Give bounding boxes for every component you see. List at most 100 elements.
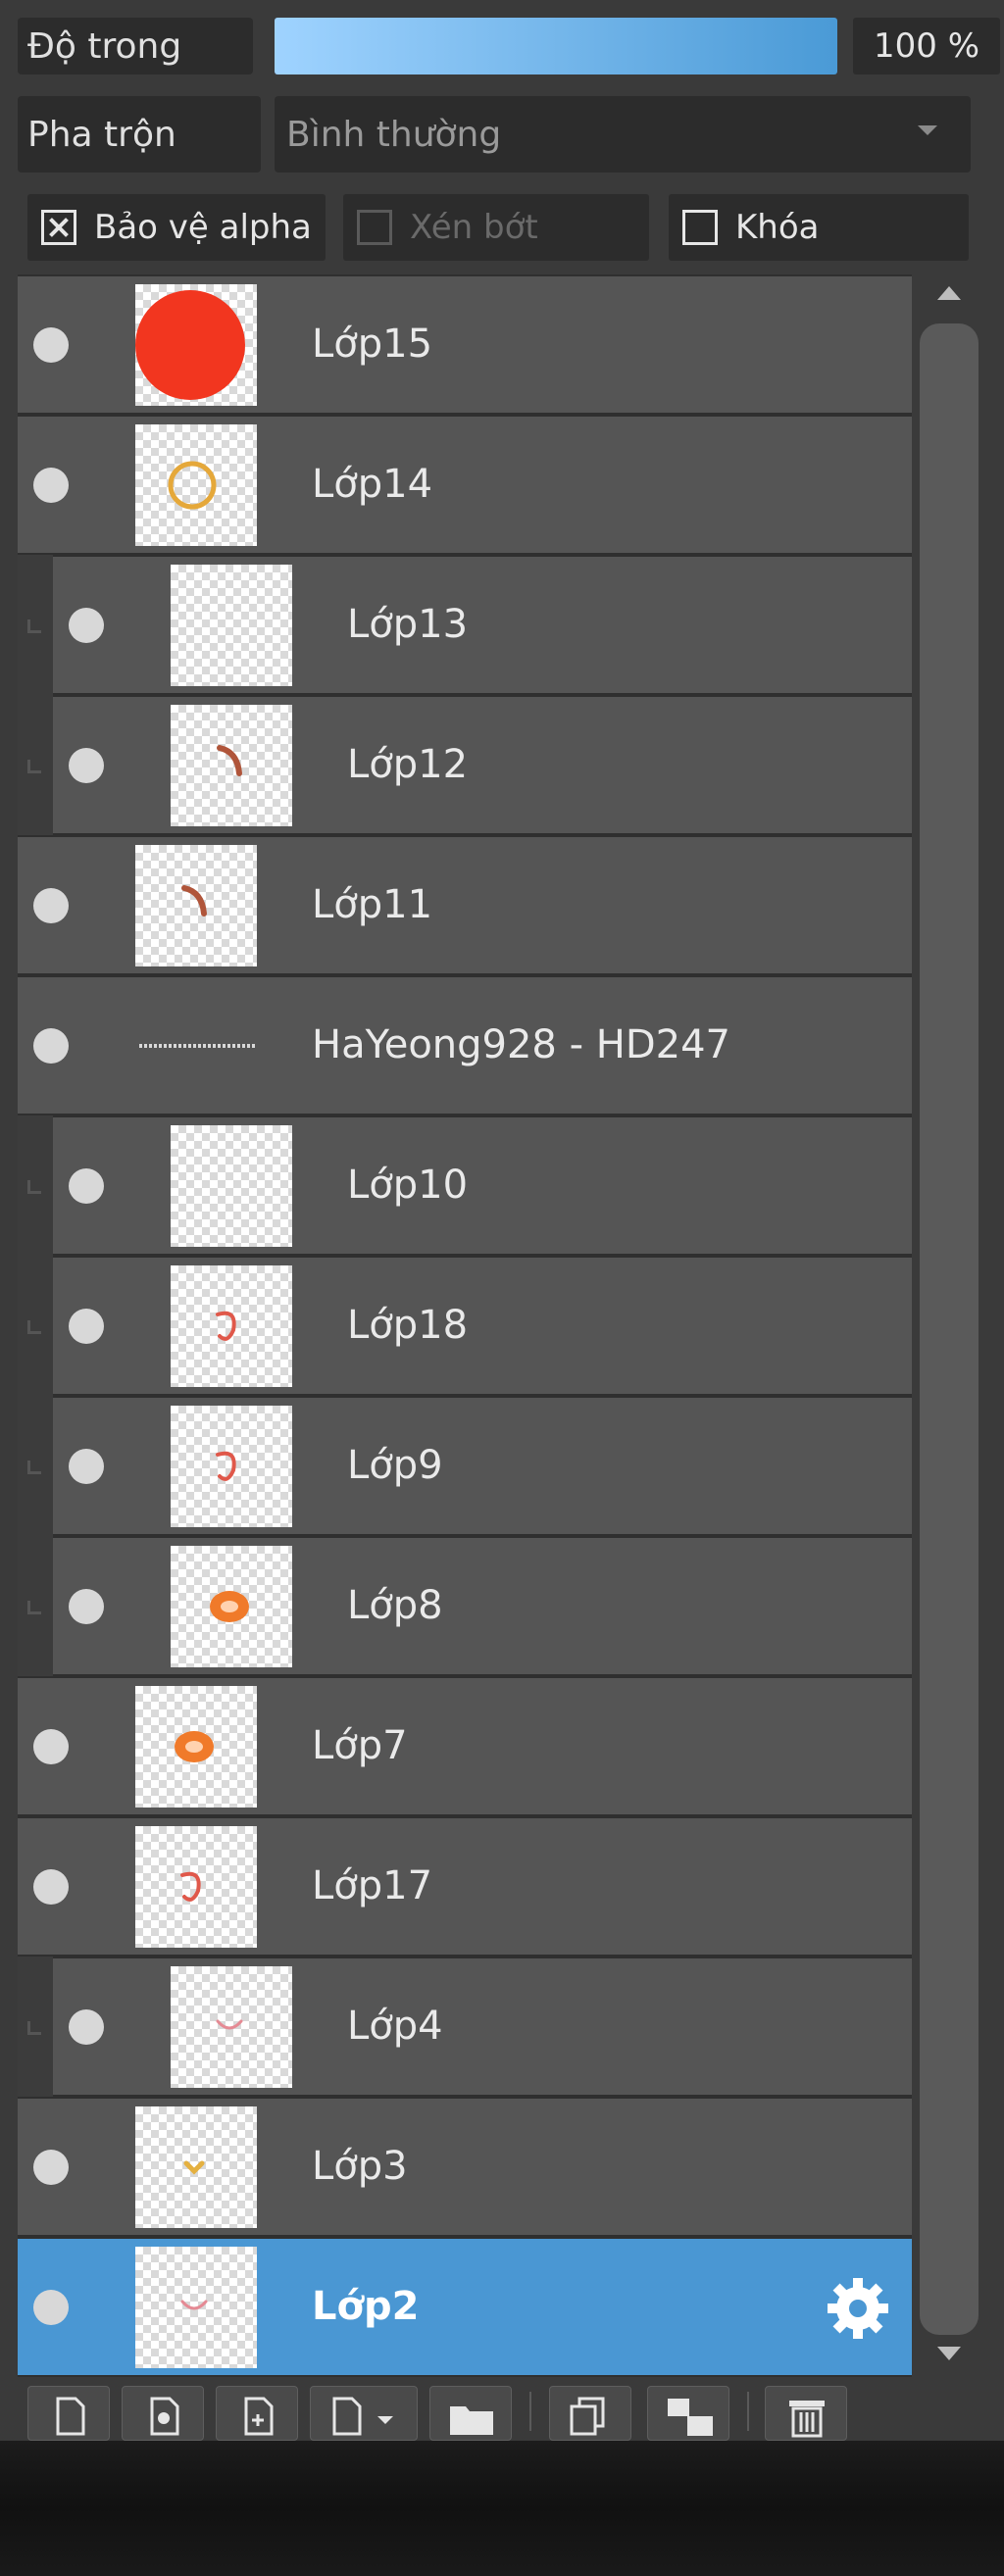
clipping-indicator (18, 1536, 53, 1676)
layer-thumbnail (135, 985, 257, 1107)
layer-thumbnail (171, 1125, 292, 1247)
blend-mode-dropdown[interactable]: Bình thường (275, 96, 971, 173)
layer-name: HaYeong928 - HD247 (312, 1022, 730, 1067)
layer-thumbnail (171, 705, 292, 826)
layer-row[interactable]: Lớp13 (53, 555, 912, 695)
clipping-indicator (18, 1115, 53, 1256)
layer-name: Lớp11 (312, 882, 433, 927)
merge-down-icon (668, 2399, 713, 2436)
layer-row[interactable]: Lớp15 (18, 274, 912, 415)
layer-name: Lớp7 (312, 1723, 408, 1768)
visibility-toggle-icon[interactable] (33, 1028, 69, 1064)
layer-name: Lớp13 (347, 602, 469, 647)
new-layer-icon (56, 2397, 85, 2436)
opacity-slider-fill (275, 18, 837, 74)
scroll-down-icon[interactable] (937, 2347, 961, 2360)
opacity-value[interactable]: 100 % (853, 18, 1000, 74)
layer-row[interactable]: Lớp11 (18, 835, 912, 975)
new-halftone-layer-button[interactable] (122, 2386, 204, 2441)
clip-arrow-icon (27, 1180, 41, 1194)
duplicate-layer-button[interactable] (549, 2386, 631, 2441)
add-layer-dropdown-icon (332, 2397, 393, 2436)
clipping-indicator (18, 695, 53, 835)
checkbox-checked-icon (41, 210, 76, 245)
layer-row[interactable]: Lớp8 (53, 1536, 912, 1676)
visibility-toggle-icon[interactable] (69, 608, 104, 643)
clipping-checkbox[interactable]: Xén bớt (343, 194, 649, 261)
layer-row[interactable]: Lớp12 (53, 695, 912, 835)
visibility-toggle-icon[interactable] (69, 748, 104, 783)
layer-thumbnail (171, 565, 292, 686)
clip-arrow-icon (27, 1320, 41, 1334)
delete-layer-button[interactable] (765, 2386, 847, 2441)
new-folder-button[interactable] (429, 2386, 512, 2441)
new-halftone-layer-icon (150, 2397, 179, 2436)
layer-thumbnail (135, 845, 257, 966)
visibility-toggle-icon[interactable] (69, 1309, 104, 1344)
layer-name: Lớp3 (312, 2144, 408, 2189)
clip-arrow-icon (27, 619, 41, 633)
clip-arrow-icon (27, 1601, 41, 1614)
toolbar-separator (747, 2392, 749, 2431)
layer-name: Lớp18 (347, 1303, 469, 1348)
opacity-slider[interactable] (275, 18, 837, 74)
layer-row[interactable]: Lớp18 (53, 1256, 912, 1396)
delete-layer-icon (789, 2401, 825, 2438)
merge-down-button[interactable] (647, 2386, 729, 2441)
layer-list: Lớp15 Lớp14 Lớp13 Lớp12 Lớp11 HaYeong928 - HD… (18, 274, 912, 2377)
gear-icon[interactable] (824, 2274, 892, 2343)
layer-row[interactable]: HaYeong928 - HD247 (18, 975, 912, 1115)
protect-alpha-checkbox[interactable]: Bảo vệ alpha (27, 194, 326, 261)
visibility-toggle-icon[interactable] (33, 468, 69, 503)
layer-row[interactable]: Lớp14 (18, 415, 912, 555)
layer-row[interactable]: Lớp2 (18, 2237, 912, 2377)
clip-arrow-icon (27, 760, 41, 773)
new-layer-button[interactable] (27, 2386, 110, 2441)
layer-name: Lớp12 (347, 742, 469, 787)
visibility-toggle-icon[interactable] (69, 1168, 104, 1204)
layer-thumbnail (135, 2247, 257, 2368)
duplicate-layer-icon (570, 2397, 605, 2436)
chevron-down-icon (918, 125, 937, 135)
visibility-toggle-icon[interactable] (33, 1729, 69, 1764)
layer-thumbnail (135, 284, 257, 406)
add-layer-dropdown-button[interactable] (310, 2386, 418, 2441)
layer-name: Lớp8 (347, 1583, 443, 1628)
visibility-toggle-icon[interactable] (33, 2290, 69, 2325)
layer-row[interactable]: Lớp17 (18, 1816, 912, 1957)
scrollbar-thumb[interactable] (920, 323, 979, 2335)
visibility-toggle-icon[interactable] (33, 888, 69, 923)
layer-name: Lớp17 (312, 1863, 433, 1908)
layer-thumbnail (135, 1686, 257, 1808)
scrollbar[interactable] (916, 274, 982, 2372)
visibility-toggle-icon[interactable] (33, 2150, 69, 2185)
layer-row[interactable]: Lớp4 (53, 1957, 912, 2097)
layer-row[interactable]: Lớp3 (18, 2097, 912, 2237)
visibility-toggle-icon[interactable] (33, 1869, 69, 1905)
checkbox-unchecked-icon (357, 210, 392, 245)
new-layer-alt-button[interactable] (216, 2386, 298, 2441)
layer-thumbnail (135, 2106, 257, 2228)
layer-row[interactable]: Lớp10 (53, 1115, 912, 1256)
clip-arrow-icon (27, 2021, 41, 2035)
folder-icon (450, 2406, 493, 2435)
clipping-indicator (18, 1396, 53, 1536)
layer-thumbnail (171, 1406, 292, 1527)
layer-toolbar (0, 2378, 1004, 2441)
scroll-up-icon[interactable] (937, 286, 961, 300)
layer-row[interactable]: Lớp9 (53, 1396, 912, 1536)
layer-thumbnail (135, 1826, 257, 1948)
visibility-toggle-icon[interactable] (69, 1449, 104, 1484)
visibility-toggle-icon[interactable] (69, 2009, 104, 2045)
layer-name: Lớp14 (312, 462, 433, 507)
layer-row[interactable]: Lớp7 (18, 1676, 912, 1816)
lock-checkbox[interactable]: Khóa (669, 194, 969, 261)
visibility-toggle-icon[interactable] (33, 327, 69, 363)
clipping-indicator (18, 555, 53, 695)
os-taskbar (0, 2441, 1004, 2576)
blend-mode-label: Pha trộn (18, 96, 261, 173)
layer-name: Lớp4 (347, 2004, 443, 2049)
opacity-label: Độ trong (18, 18, 253, 74)
visibility-toggle-icon[interactable] (69, 1589, 104, 1624)
layer-thumbnail (135, 424, 257, 546)
